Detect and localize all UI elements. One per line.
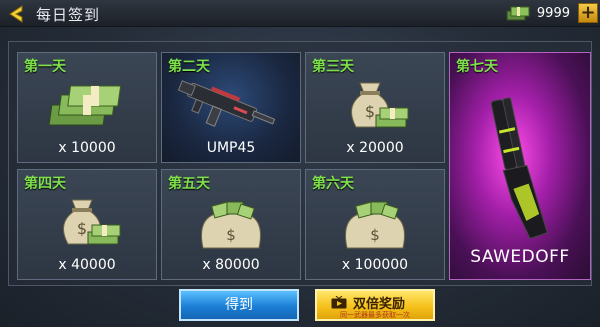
reward-amount: x 80000 [202,257,260,273]
top-bar: 每日签到 9999 + [0,0,600,27]
reward-amount: x 20000 [346,140,404,156]
reward-amount: UMP45 [206,140,256,156]
double-reward-button[interactable]: 双倍奖励 同一武器最多获取一次 [315,289,435,321]
claim-button[interactable]: 得到 [179,289,299,321]
page-title: 每日签到 [36,6,101,24]
day-label: 第三天 [312,59,354,75]
day-label: 第五天 [168,176,210,192]
sack-of-cash-icon: $ [345,201,405,249]
reward-card-day4[interactable]: 第四天 $ x 40000 [17,169,157,280]
add-currency-button[interactable]: + [578,3,598,23]
reward-amount: x 40000 [58,257,116,273]
reward-amount: x 10000 [58,140,116,156]
back-arrow-icon[interactable] [6,4,28,24]
day-label: 第六天 [312,176,354,192]
reward-card-day7[interactable]: 第七天 SAWEDOFF [449,52,591,280]
reward-card-day3[interactable]: 第三天 $ x 20000 [305,52,445,163]
money-bag-icon: $ [351,82,409,128]
money-bag-icon: $ [63,199,121,245]
day-label: 第二天 [168,59,210,75]
day-label: 第七天 [456,59,498,75]
sign-in-board: 第一天 x 10000 第二天 UMP45 第三天 $ x 20000 第七天 … [8,41,592,286]
reward-card-day2[interactable]: 第二天 UMP45 [161,52,301,163]
reward-amount: SAWEDOFF [470,247,570,267]
svg-text:$: $ [370,226,380,244]
sawedoff-shotgun-icon [490,97,548,240]
double-reward-note: 同一武器最多获取一次 [340,311,410,319]
cash-stack-icon [49,85,122,126]
day-label: 第四天 [24,176,66,192]
currency-value: 9999 [536,5,570,21]
reward-amount: x 100000 [341,257,409,273]
svg-text:$: $ [77,219,87,238]
video-ad-icon [331,296,347,309]
currency-display: 9999 + [505,2,600,24]
day-label: 第一天 [24,59,66,75]
reward-card-day6[interactable]: 第六天 $ x 100000 [305,169,445,280]
ump45-gun-icon [177,80,276,127]
reward-card-day5[interactable]: 第五天 $ x 80000 [161,169,301,280]
reward-card-day1[interactable]: 第一天 x 10000 [17,52,157,163]
svg-text:$: $ [365,102,375,121]
svg-text:$: $ [226,226,236,244]
cash-stack-icon [506,6,530,21]
sack-of-cash-icon: $ [201,201,261,249]
